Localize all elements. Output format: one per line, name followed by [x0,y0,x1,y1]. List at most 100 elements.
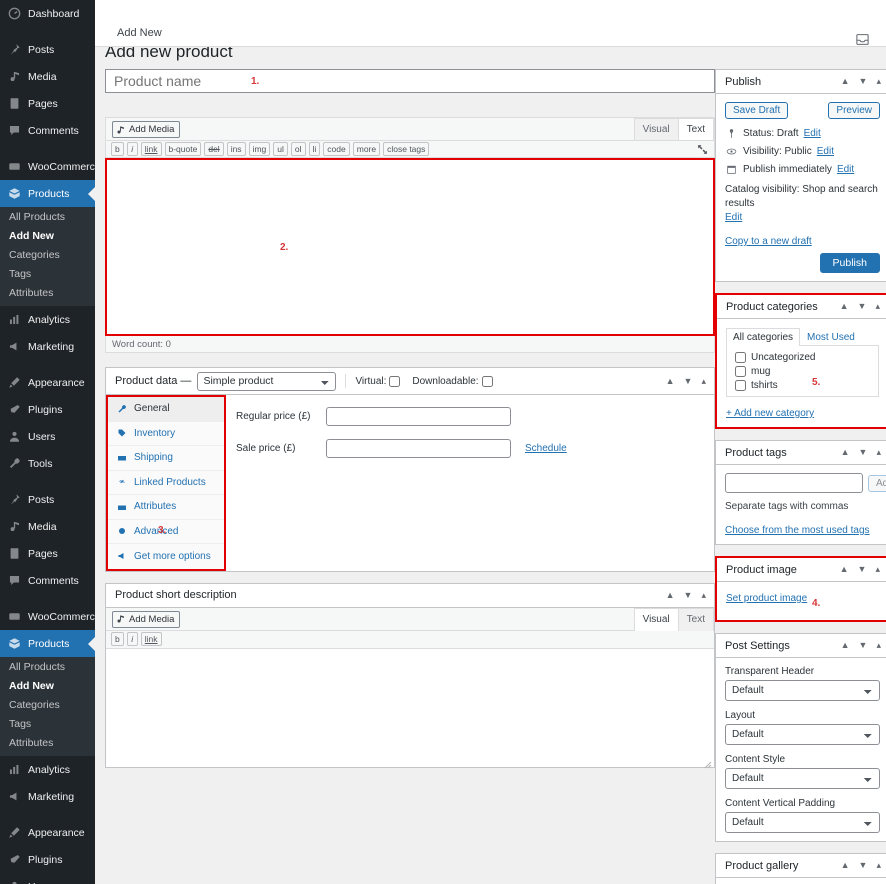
qt-link[interactable]: link [141,142,162,156]
most-used-tags-link[interactable]: Choose from the most used tags [725,525,870,536]
sidebar-item-plugins[interactable]: Plugins [0,396,95,423]
category-item-mug[interactable]: mug [735,366,870,377]
sidebar-item-tools[interactable]: Tools [0,450,95,477]
sidebar-item-media[interactable]: Media [0,63,95,90]
postbox-controls[interactable]: ▲ ▼ ▴ [840,302,884,311]
page-tab-add-new[interactable]: Add New [117,27,162,39]
sd-qt-link[interactable]: link [141,632,162,646]
category-item-uncategorized[interactable]: Uncategorized [735,352,870,363]
qt-b[interactable]: b [111,142,124,156]
submenu-all-products[interactable]: All Products [0,208,95,227]
toggle-icon[interactable]: ▴ [701,591,706,600]
sidebar-item-users-2[interactable]: Users [0,873,95,884]
submenu-categories[interactable]: Categories [0,696,95,715]
sidebar-item-posts[interactable]: Posts [0,36,95,63]
product-data-tabs[interactable]: General Inventory Shipping Linked Produc… [106,395,226,571]
sidebar-item-comments[interactable]: Comments [0,117,95,144]
categories-tabs[interactable]: All categories Most Used [726,327,879,345]
sidebar-item-users[interactable]: Users [0,423,95,450]
move-down-icon[interactable]: ▼ [858,565,867,574]
toggle-icon[interactable]: ▴ [875,565,880,574]
pd-tab-linked-products[interactable]: Linked Products [108,471,224,496]
postbox-controls[interactable]: ▲ ▼ ▴ [841,448,885,457]
move-up-icon[interactable]: ▲ [841,861,850,870]
sidebar-item-products-2[interactable]: Products [0,630,95,657]
submenu-all-products[interactable]: All Products [0,658,95,677]
qt-ins[interactable]: ins [227,142,246,156]
sidebar-item-woocommerce[interactable]: WooCommerce [0,153,95,180]
pd-tab-general[interactable]: General [108,397,224,422]
content-vertical-padding-select[interactable]: Default [725,812,880,833]
regular-price-input[interactable] [326,407,511,426]
submenu-add-new[interactable]: Add New [0,227,95,246]
pd-tab-attributes[interactable]: Attributes [108,495,224,520]
virtual-checkbox-row[interactable]: Virtual: [355,376,400,387]
layout-select[interactable]: Default [725,724,880,745]
qt-ul[interactable]: ul [273,142,288,156]
sd-qt-b[interactable]: b [111,632,124,646]
qt-code[interactable]: code [323,142,349,156]
move-down-icon[interactable]: ▼ [684,591,693,600]
toggle-icon[interactable]: ▴ [875,302,880,311]
sidebar-item-pages[interactable]: Pages [0,90,95,117]
sidebar-item-analytics-2[interactable]: Analytics [0,756,95,783]
categories-checklist[interactable]: Uncategorized mug tshirts [726,345,879,397]
toggle-icon[interactable]: ▴ [876,861,881,870]
category-checkbox[interactable] [735,352,746,363]
sidebar-item-comments-2[interactable]: Comments [0,567,95,594]
short-desc-mode-tabs[interactable]: Visual Text [635,608,714,631]
preview-button[interactable]: Preview [828,102,880,119]
category-item-tshirts[interactable]: tshirts [735,380,870,391]
qt-li[interactable]: li [309,142,321,156]
publish-button[interactable]: Publish [820,253,880,273]
postbox-controls[interactable]: ▲ ▼ ▴ [840,565,884,574]
editor-mode-tabs[interactable]: Visual Text [635,118,714,141]
submenu-categories[interactable]: Categories [0,246,95,265]
product-type-select[interactable]: Simple product Grouped product External/… [197,372,336,391]
sale-price-input[interactable] [326,439,511,458]
visibility-edit-link[interactable]: Edit [817,146,834,157]
toggle-icon[interactable]: ▴ [876,641,881,650]
sidebar-item-pages-2[interactable]: Pages [0,540,95,567]
editor-content-area[interactable]: 2. [105,158,715,336]
sidebar-item-plugins-2[interactable]: Plugins [0,846,95,873]
content-style-select[interactable]: Default [725,768,880,789]
move-up-icon[interactable]: ▲ [841,448,850,457]
category-checkbox[interactable] [735,380,746,391]
toggle-icon[interactable]: ▴ [701,377,706,386]
toggle-icon[interactable]: ▴ [876,448,881,457]
move-up-icon[interactable]: ▲ [840,565,849,574]
tab-visual[interactable]: Visual [634,118,679,141]
postbox-controls[interactable]: ▲ ▼ ▴ [666,377,710,386]
submenu-attributes[interactable]: Attributes [0,734,95,753]
qt-img[interactable]: img [249,142,271,156]
pd-tab-shipping[interactable]: Shipping [108,446,224,471]
status-edit-link[interactable]: Edit [804,128,821,139]
add-media-button[interactable]: Add Media [112,121,180,138]
sidebar-item-dashboard[interactable]: Dashboard [0,0,95,27]
sidebar-item-marketing[interactable]: Marketing [0,333,95,360]
pd-tab-get-more-options[interactable]: Get more options [108,544,224,569]
downloadable-checkbox[interactable] [482,376,493,387]
sidebar-item-woocommerce-2[interactable]: WooCommerce [0,603,95,630]
qt-more[interactable]: more [353,142,380,156]
sidebar-item-analytics[interactable]: Analytics [0,306,95,333]
products-submenu-2[interactable]: All Products Add New Categories Tags Att… [0,657,95,756]
submenu-add-new[interactable]: Add New [0,677,95,696]
short-desc-tab-text[interactable]: Text [678,608,714,631]
qt-close-tags[interactable]: close tags [383,142,429,156]
sd-qt-i[interactable]: i [127,632,138,646]
add-new-category-link[interactable]: + Add new category [726,408,814,419]
catalog-visibility-edit-link[interactable]: Edit [725,212,742,223]
products-submenu[interactable]: All Products Add New Categories Tags Att… [0,207,95,306]
submenu-tags[interactable]: Tags [0,715,95,734]
move-up-icon[interactable]: ▲ [666,377,675,386]
resize-handle[interactable] [704,758,712,766]
tab-text[interactable]: Text [678,118,714,141]
move-up-icon[interactable]: ▲ [841,641,850,650]
sidebar-item-products[interactable]: Products [0,180,95,207]
schedule-edit-link[interactable]: Edit [837,164,854,175]
qt-i[interactable]: i [127,142,138,156]
postbox-controls[interactable]: ▲ ▼ ▴ [841,861,885,870]
qt-ol[interactable]: ol [291,142,306,156]
